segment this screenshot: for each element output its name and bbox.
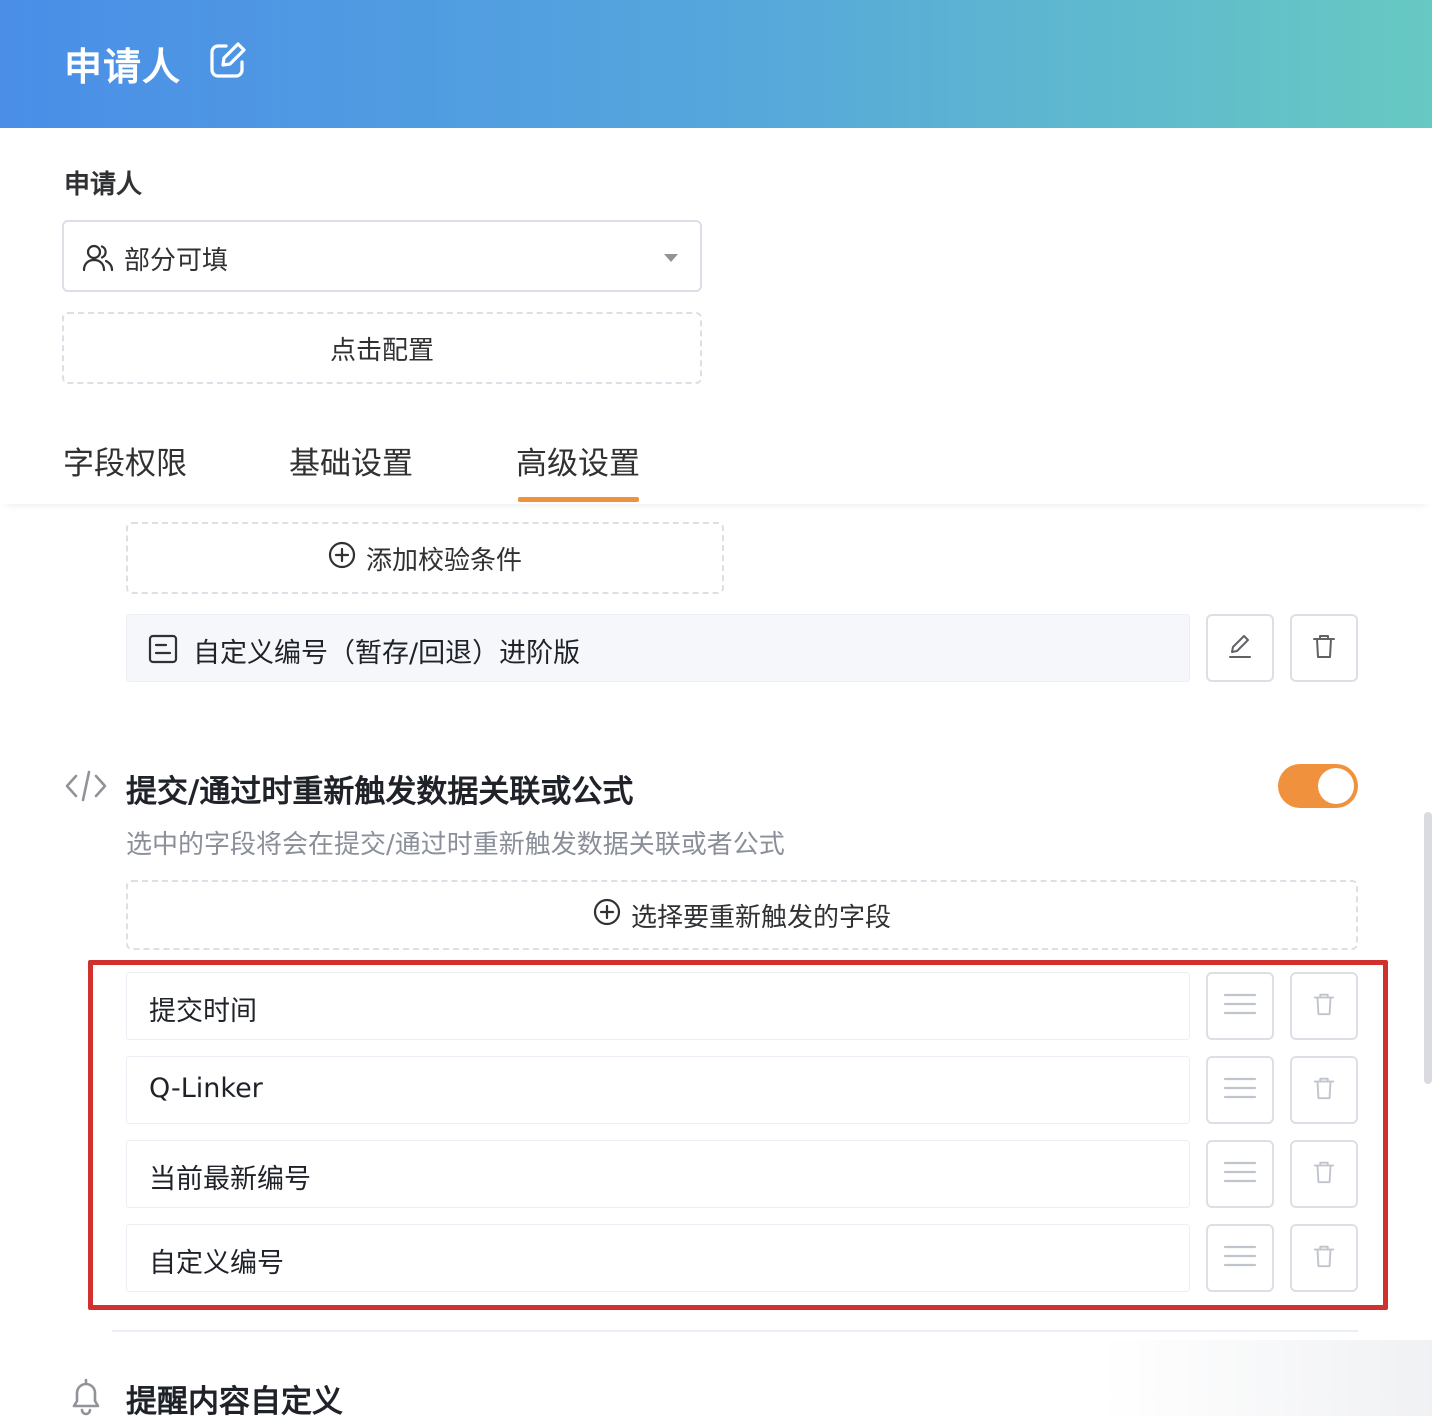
delete-field-button[interactable] [1290, 972, 1358, 1040]
retrigger-field-label: 自定义编号 [149, 1248, 284, 1279]
section-divider [112, 1330, 1358, 1332]
add-validation-button[interactable]: 添加校验条件 [126, 522, 724, 594]
delete-field-button[interactable] [1290, 1056, 1358, 1124]
drag-handle-button[interactable] [1206, 1140, 1274, 1208]
validation-rule-label: 自定义编号（暂存/回退）进阶版 [193, 638, 581, 669]
select-retrigger-fields-label: 选择要重新触发的字段 [630, 902, 891, 933]
edit-rule-button[interactable] [1206, 614, 1274, 682]
document-icon [147, 633, 179, 665]
config-button[interactable]: 点击配置 [62, 312, 702, 384]
trash-icon [1311, 991, 1337, 1021]
trash-icon [1311, 1075, 1337, 1105]
retrigger-field-label: 当前最新编号 [149, 1164, 311, 1195]
reminder-section-title: 提醒内容自定义 [126, 1384, 343, 1416]
tab-basic-settings[interactable]: 基础设置 [289, 438, 413, 483]
validation-rule-item: 自定义编号（暂存/回退）进阶版 [126, 614, 1190, 682]
pencil-icon [1226, 632, 1254, 664]
scrollbar-thumb[interactable] [1424, 812, 1432, 1084]
drag-handle-icon [1223, 1074, 1257, 1106]
trash-icon [1310, 632, 1338, 664]
settings-tabs: 字段权限 基础设置 高级设置 [0, 400, 1432, 504]
retrigger-description: 选中的字段将会在提交/通过时重新触发数据关联或者公式 [126, 830, 785, 860]
retrigger-toggle[interactable] [1278, 764, 1358, 808]
trash-icon [1311, 1159, 1337, 1189]
tab-field-permissions[interactable]: 字段权限 [63, 438, 187, 483]
active-tab-indicator [518, 497, 639, 502]
code-icon [64, 768, 108, 804]
retrigger-field-label: 提交时间 [149, 996, 257, 1027]
field-label: 申请人 [64, 170, 143, 200]
drag-handle-icon [1223, 990, 1257, 1022]
delete-field-button[interactable] [1290, 1140, 1358, 1208]
drag-handle-button[interactable] [1206, 1056, 1274, 1124]
drag-handle-button[interactable] [1206, 1224, 1274, 1292]
retrigger-field-item: 提交时间 [126, 972, 1190, 1040]
delete-field-button[interactable] [1290, 1224, 1358, 1292]
bell-icon [66, 1376, 106, 1416]
retrigger-field-item: 当前最新编号 [126, 1140, 1190, 1208]
bottom-fade [1100, 1340, 1432, 1416]
drag-handle-icon [1223, 1242, 1257, 1274]
page-header: 申请人 [0, 0, 1432, 128]
delete-rule-button[interactable] [1290, 614, 1358, 682]
retrigger-field-item: 自定义编号 [126, 1224, 1190, 1292]
plus-circle-icon [328, 541, 366, 576]
plus-circle-icon [593, 898, 631, 933]
drag-handle-icon [1223, 1158, 1257, 1190]
add-validation-label: 添加校验条件 [365, 545, 522, 576]
permission-select-value: 部分可填 [124, 246, 229, 276]
edit-square-icon[interactable] [208, 40, 248, 80]
drag-handle-button[interactable] [1206, 972, 1274, 1040]
trash-icon [1311, 1243, 1337, 1273]
retrigger-field-item: Q-Linker [126, 1056, 1190, 1124]
tab-advanced-settings[interactable]: 高级设置 [516, 438, 640, 483]
config-button-label: 点击配置 [329, 335, 434, 366]
permission-select[interactable]: 部分可填 [62, 220, 702, 292]
toggle-knob [1318, 768, 1354, 804]
select-retrigger-fields-button[interactable]: 选择要重新触发的字段 [126, 880, 1358, 950]
page-title: 申请人 [64, 45, 182, 89]
retrigger-section-title: 提交/通过时重新触发数据关联或公式 [126, 774, 634, 810]
caret-down-icon [664, 254, 678, 262]
users-icon [82, 242, 114, 274]
retrigger-field-label: Q-Linker [149, 1073, 263, 1104]
